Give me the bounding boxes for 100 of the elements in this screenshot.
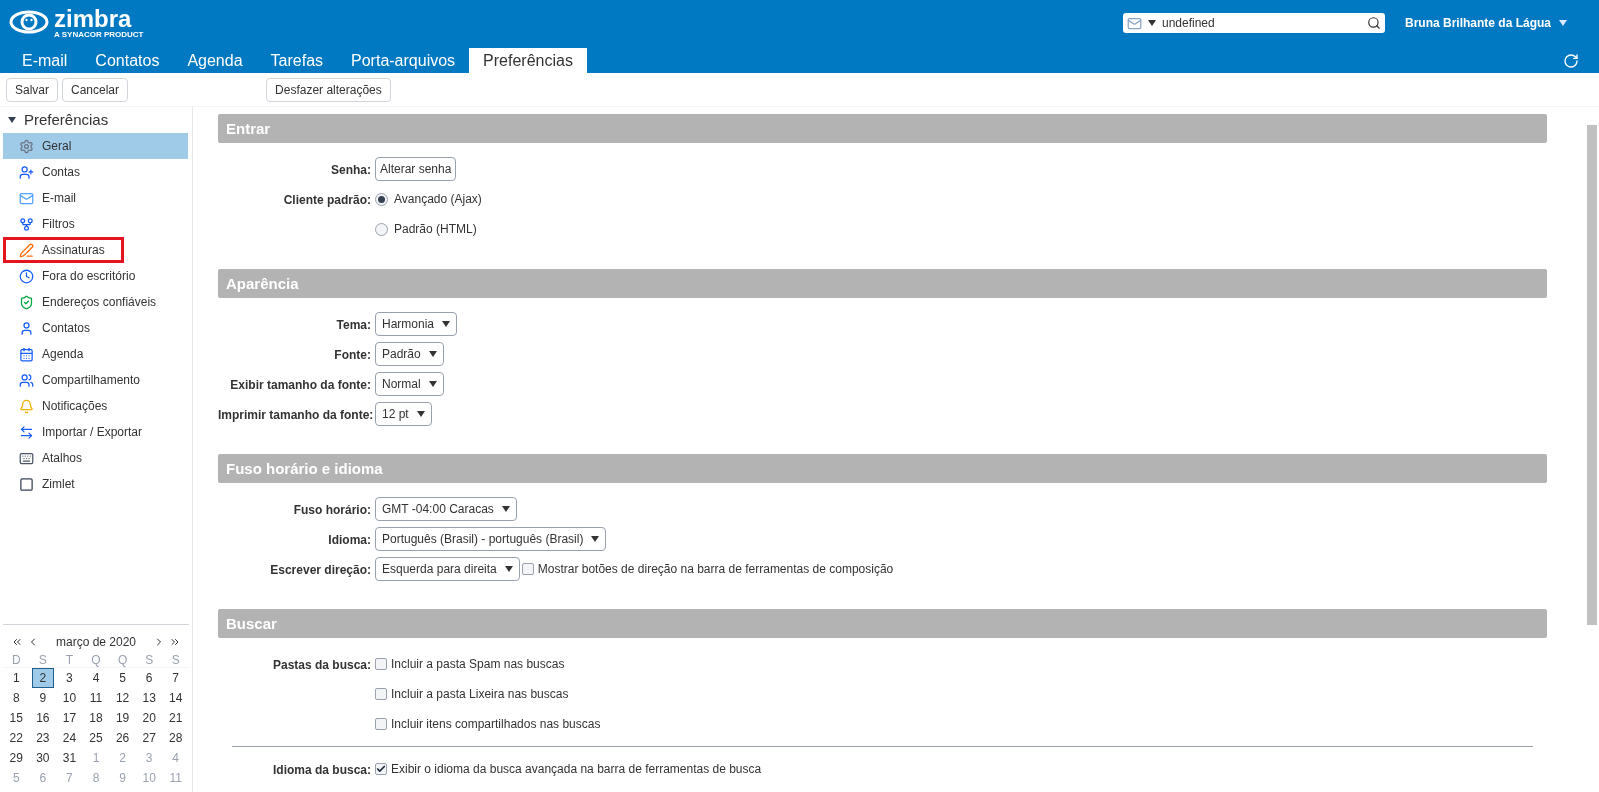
sidebar-item[interactable]: Zimlet [3,471,188,497]
radio-button[interactable] [375,192,388,206]
calendar-day[interactable]: 29 [5,748,28,768]
calendar-day[interactable]: 11 [84,688,108,708]
calendar-day[interactable]: 3 [58,668,81,688]
next-year-icon[interactable] [169,636,181,648]
calendar-day[interactable]: 4 [84,668,108,688]
calendar-icon [19,346,34,362]
shield-icon [19,294,34,310]
scrollbar[interactable] [1587,125,1597,625]
caret-icon [1559,20,1567,26]
toolbar-button[interactable]: Cancelar [62,77,129,102]
sidebar-item[interactable]: Compartilhamento [3,367,188,393]
calendar-day[interactable]: 10 [58,688,81,708]
radio-label: Padrão (HTML) [394,221,477,238]
calendar-day[interactable]: 13 [137,688,161,708]
calendar-day[interactable]: 2 [31,668,55,688]
user-menu[interactable]: Bruna Brilhante da Lágua [1404,14,1567,32]
checkbox[interactable] [375,718,387,730]
checkbox[interactable] [375,763,387,775]
tab[interactable]: Agenda [173,48,257,73]
calendar-day[interactable]: 12 [111,688,134,708]
calendar-day[interactable]: 30 [31,748,55,768]
tab[interactable]: Porta-arquivos [337,48,470,73]
tree-title: Preferências [24,109,109,130]
pen-icon [19,242,34,258]
calendar-day[interactable]: 21 [164,708,187,728]
weekday-label: T [64,652,75,667]
calendar-day[interactable]: 5 [111,668,134,688]
section-header: Fuso horário e idioma [218,454,1547,483]
radio-button[interactable] [375,222,388,236]
calendar-day[interactable]: 28 [164,728,187,748]
dropdown[interactable]: 12 pt [375,402,432,426]
caret-icon [442,321,451,327]
calendar-day[interactable]: 19 [111,708,134,728]
field-label: Senha: [331,163,371,177]
tab[interactable]: Preferências [469,48,587,73]
people-icon [19,372,34,388]
radio-label: Avançado (Ajax) [394,191,482,208]
calendar-day[interactable]: 1 [5,668,28,688]
toolbar-button[interactable]: Desfazer alterações [266,77,391,102]
previous-year-icon[interactable] [11,636,23,648]
search-field[interactable]: undefined [1122,13,1385,33]
sidebar-item[interactable]: E-mail [3,185,188,211]
field-label: Escrever direção: [270,563,371,577]
sidebar-item[interactable]: Atalhos [3,445,188,471]
sidebar-item[interactable]: Agenda [3,341,188,367]
dropdown[interactable]: GMT -04:00 Caracas [375,497,517,521]
change-password-button[interactable]: Alterar senha [375,157,457,181]
dropdown[interactable]: Português (Brasil) - português (Brasil) [375,527,607,551]
calendar-day[interactable]: 23 [31,728,55,748]
sidebar-item[interactable]: Fora do escritório [3,263,188,289]
tab[interactable]: Contatos [81,48,174,73]
section-header: Aparência [218,269,1547,298]
refresh-icon[interactable] [1563,53,1579,69]
weekday-label: Q [116,652,129,667]
sidebar-item[interactable]: Filtros [3,211,188,237]
tab[interactable]: Tarefas [256,48,338,73]
person-icon [19,320,34,336]
calendar-day[interactable]: 9 [31,688,55,708]
checkbox[interactable] [521,563,534,575]
sidebar-item[interactable]: Geral [3,133,188,159]
keyboard-icon [19,450,34,466]
checkbox-label: Incluir itens compartilhados nas buscas [391,716,601,733]
envelope-icon [1126,15,1142,31]
checkbox[interactable] [375,688,387,700]
field-label: Imprimir tamanho da fonte: [218,408,374,422]
calendar-day[interactable]: 31 [58,748,81,768]
calendar-day[interactable]: 26 [111,728,134,748]
sidebar-item[interactable]: Importar / Exportar [3,419,188,445]
calendar-day[interactable]: 24 [58,728,81,748]
field-label: Fonte: [334,348,371,362]
weekday-label: S [37,652,48,667]
toolbar-button[interactable]: Salvar [6,77,58,102]
dropdown[interactable]: Normal [375,372,444,396]
dropdown[interactable]: Harmonia [375,312,458,336]
sidebar-item[interactable]: Endereços confiáveis [3,289,188,315]
caret-icon [416,411,425,417]
calendar-day[interactable]: 25 [84,728,108,748]
calendar-day[interactable]: 22 [5,728,28,748]
checkbox[interactable] [375,658,387,670]
field-label: Cliente padrão: [283,193,371,207]
calendar-day[interactable]: 20 [137,708,161,728]
calendar-day[interactable]: 15 [5,708,28,728]
sidebar-item[interactable]: Contatos [3,315,188,341]
calendar-day[interactable]: 17 [58,708,81,728]
dropdown[interactable]: Padrão [375,342,444,366]
caret-icon [501,506,510,512]
calendar-day[interactable]: 7 [164,668,187,688]
calendar-day[interactable]: 18 [84,708,108,728]
calendar-day[interactable]: 16 [31,708,55,728]
calendar-day[interactable]: 8 [5,688,28,708]
sidebar-item[interactable]: Notificações [3,393,188,419]
section-header: Entrar [218,114,1547,143]
dropdown[interactable]: Esquerda para direita [375,557,520,581]
calendar-day[interactable]: 27 [137,728,161,748]
sidebar-item[interactable]: Contas [3,159,188,185]
calendar-day[interactable]: 14 [164,688,187,708]
calendar-day[interactable]: 6 [137,668,161,688]
tab[interactable]: E-mail [8,48,82,73]
